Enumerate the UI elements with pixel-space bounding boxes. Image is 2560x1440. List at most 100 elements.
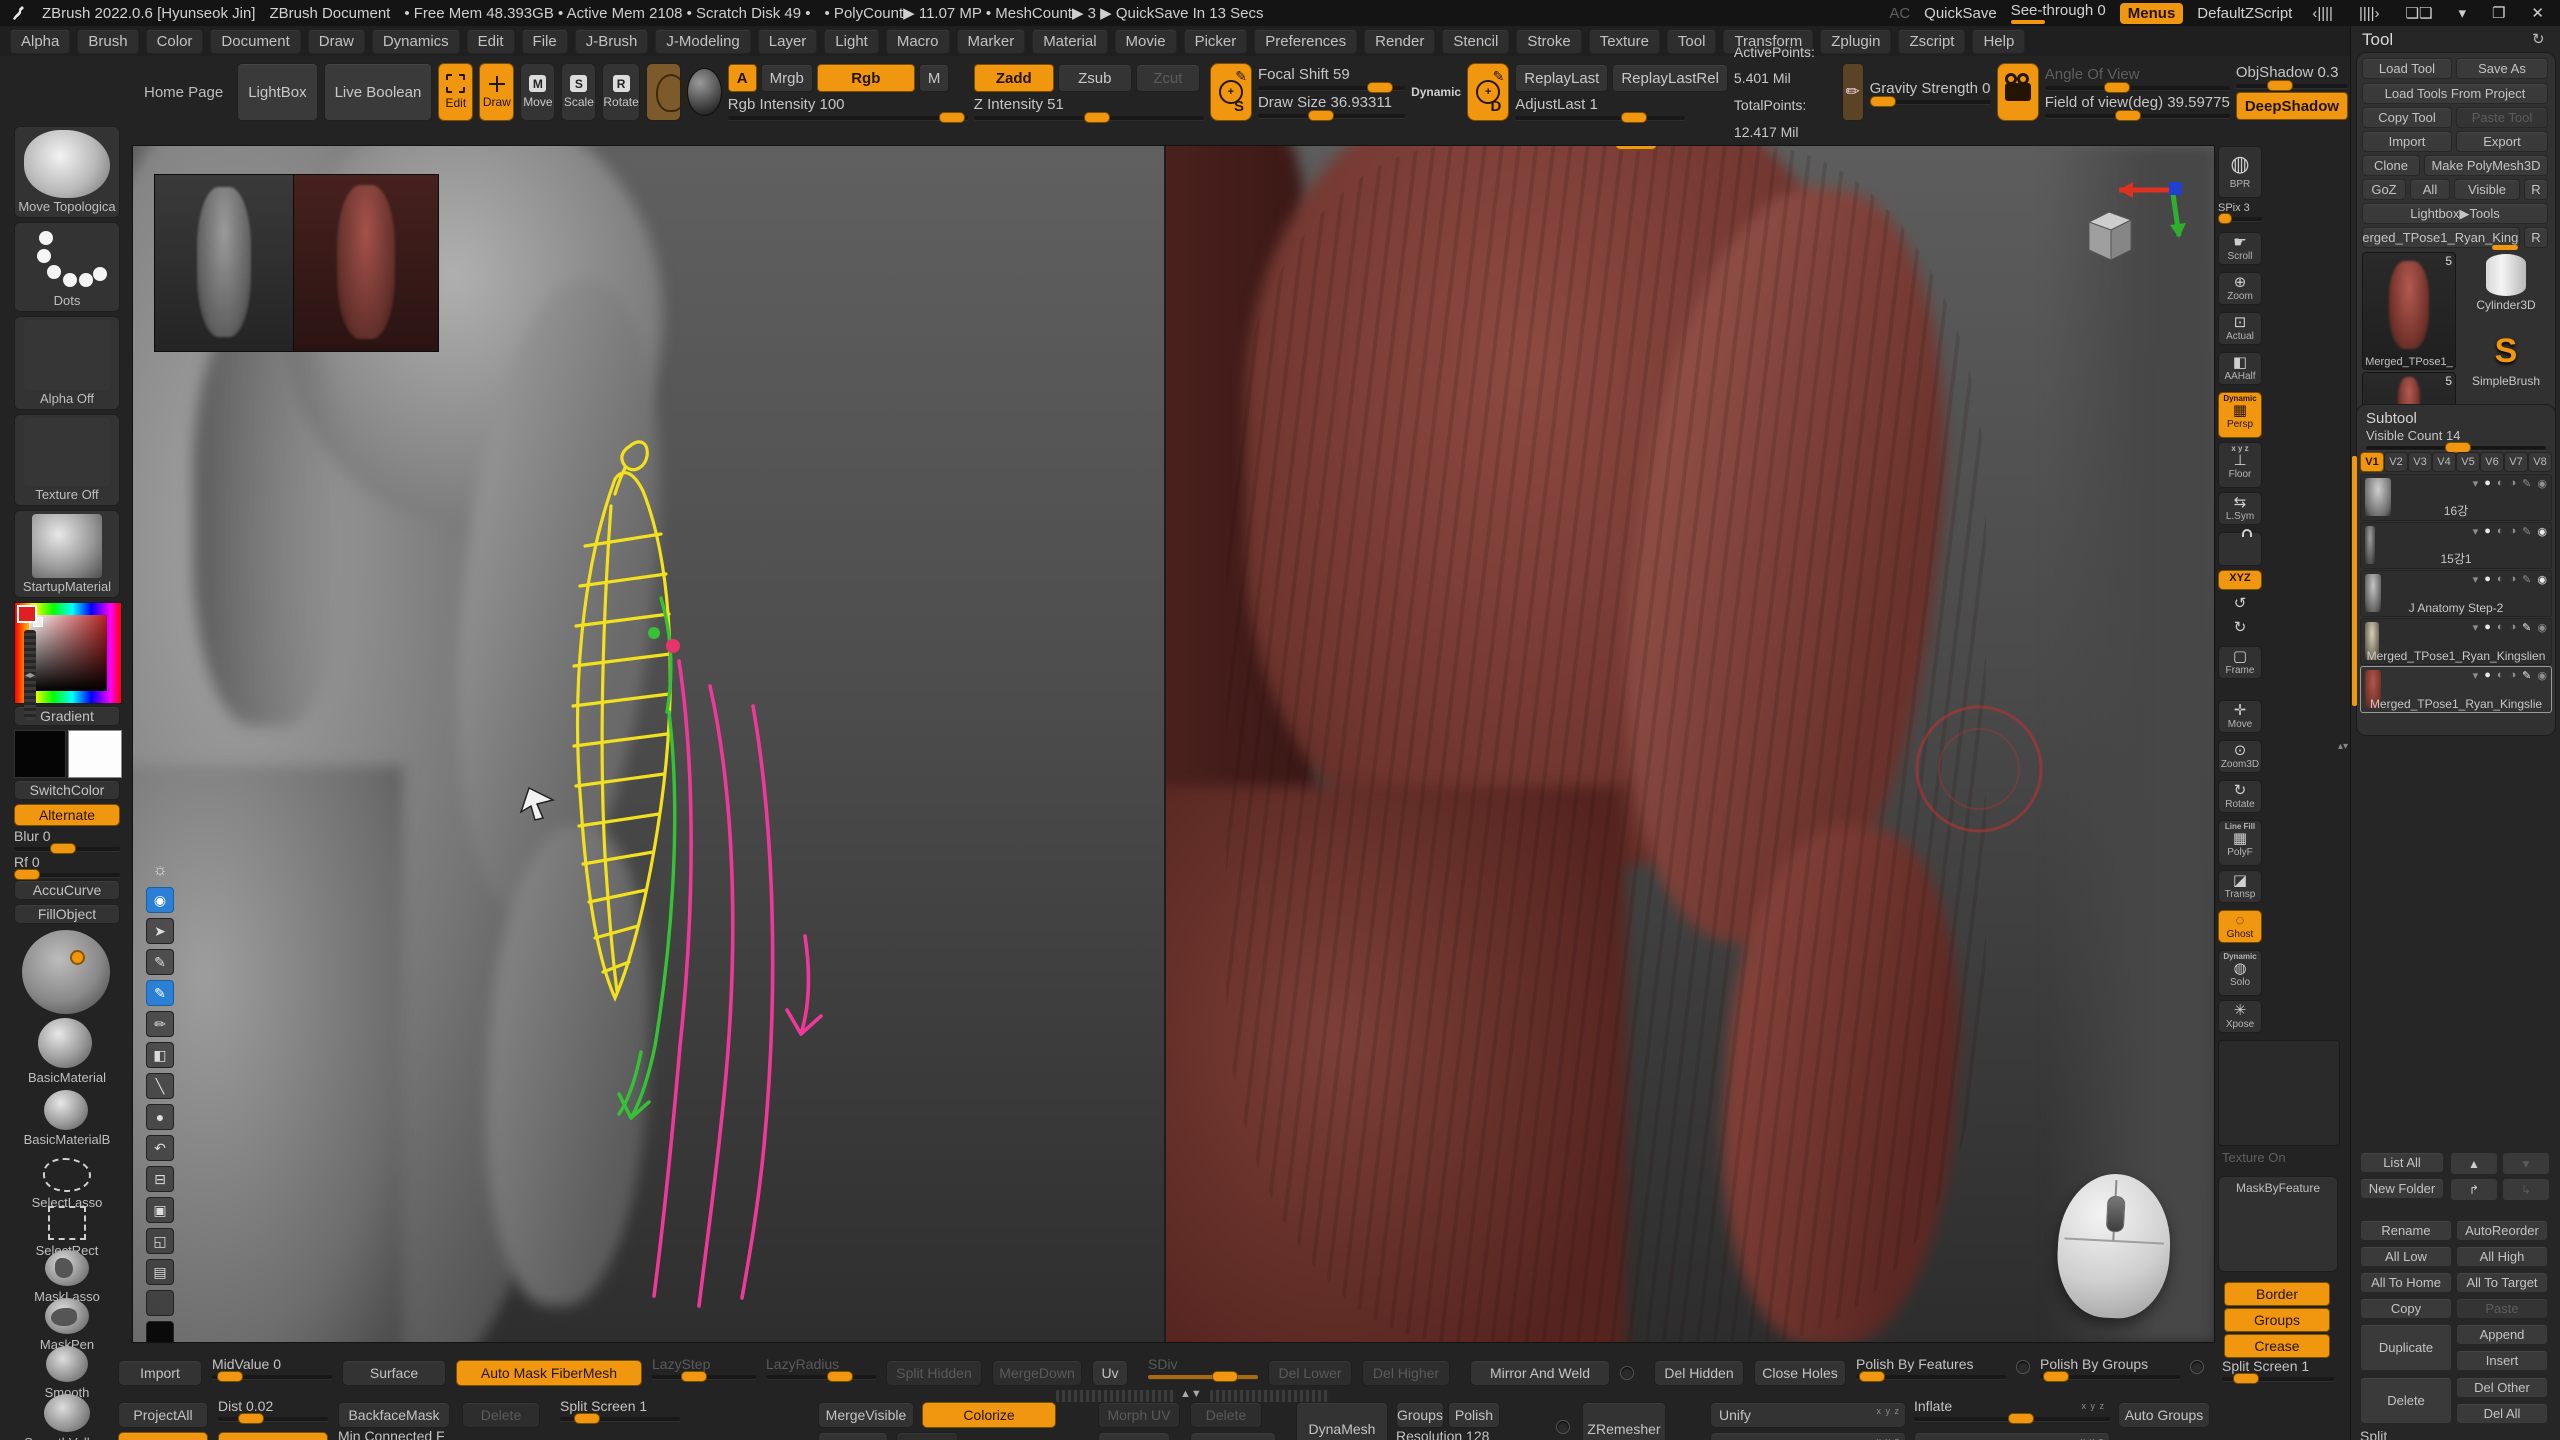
auto-mask-fibermesh-button[interactable]: Auto Mask FiberMesh	[456, 1360, 642, 1386]
xpose-button[interactable]: ✳Xpose	[2218, 1000, 2262, 1033]
menu-item-2[interactable]: Color	[146, 29, 204, 54]
actual-button[interactable]: ⊡Actual	[2218, 312, 2262, 345]
xyz-toggle[interactable]: x y z	[2081, 1401, 2105, 1411]
mirror-and-weld-button[interactable]: Mirror And Weld	[1470, 1360, 1610, 1386]
menu-item-14[interactable]: Material	[1032, 29, 1107, 54]
menu-item-4[interactable]: Draw	[308, 29, 365, 54]
groups-button[interactable]: Groups	[2224, 1308, 2330, 1332]
texture-on-label[interactable]: Texture On	[2222, 1150, 2286, 1165]
menu-item-22[interactable]: Tool	[1667, 29, 1717, 54]
eraser-icon[interactable]: ◧	[146, 1042, 174, 1068]
menu-item-7[interactable]: File	[522, 29, 568, 54]
active-tool-r-button[interactable]: R	[2524, 227, 2548, 248]
duplicate-button[interactable]: Duplicate	[2360, 1324, 2452, 1371]
clone-button[interactable]: Clone	[2362, 155, 2420, 176]
polish-by-features-slider[interactable]: Polish By Features	[1856, 1356, 2006, 1379]
menu-item-10[interactable]: Layer	[758, 29, 818, 54]
uv-button[interactable]: Uv	[1092, 1360, 1128, 1386]
resolution-slider[interactable]: Resolution 128	[1396, 1428, 1546, 1440]
load-tool-button[interactable]: Load Tool	[2362, 58, 2452, 79]
paste-subtool-button[interactable]: Paste	[2456, 1298, 2548, 1319]
color-button[interactable]: Color	[218, 1432, 328, 1440]
draw-size-slider[interactable]: Draw Size 36.93311	[1258, 94, 1405, 118]
goz-visible-button[interactable]: Visible	[2454, 179, 2520, 200]
screenshot-icon[interactable]: ◱	[146, 1228, 174, 1254]
shelf-divider-left[interactable]	[1056, 1390, 1176, 1402]
strip-split-screen-slider[interactable]: Split Screen 1	[2222, 1358, 2334, 1381]
tool-thumb-active[interactable]: 5 Merged_TPose1_	[2362, 252, 2456, 370]
subtool-tab-v4[interactable]: V4	[2432, 452, 2456, 472]
accucurve-button[interactable]: AccuCurve	[14, 880, 120, 900]
persp-button[interactable]: Dynamic▦Persp	[2218, 392, 2262, 438]
colorize-button[interactable]: Colorize	[922, 1402, 1056, 1428]
del-all-button[interactable]: Del All	[2456, 1403, 2548, 1424]
tool-thumb-cylinder[interactable]: Cylinder3D	[2462, 254, 2550, 324]
morph-uv-button[interactable]: Morph UV	[1098, 1402, 1180, 1428]
visibility-eye-icon[interactable]: ◉	[2537, 573, 2547, 586]
subtool-tab-v5[interactable]: V5	[2456, 452, 2480, 472]
delete-morph-button[interactable]: Delete	[1190, 1402, 1262, 1428]
append-button[interactable]: Append	[2456, 1324, 2548, 1345]
paste-tool-button[interactable]: Paste Tool	[2456, 107, 2548, 128]
main-color-swatch[interactable]	[14, 730, 66, 778]
menu-item-17[interactable]: Preferences	[1254, 29, 1357, 54]
zoom3d-button[interactable]: ⊙Zoom3D	[2218, 740, 2262, 773]
texture-preview-box[interactable]	[2218, 1040, 2340, 1146]
visibility-eye-icon[interactable]: ◉	[2537, 477, 2547, 490]
projectall-button[interactable]: ProjectAll	[118, 1402, 208, 1428]
make-polymesh3d-button[interactable]: Make PolyMesh3D	[2424, 155, 2548, 176]
z-intensity-slider[interactable]: Z Intensity 51	[974, 96, 1204, 120]
auto-reorder-button[interactable]: AutoReorder	[2456, 1220, 2548, 1241]
comment-icon[interactable]: ▣	[146, 1197, 174, 1223]
xyz-toggle[interactable]: x y z	[2080, 1436, 2104, 1440]
dynamesh-groups-button[interactable]: Groups	[1396, 1402, 1444, 1428]
spin-left-icon[interactable]: ↺	[2218, 594, 2262, 618]
rgb-button[interactable]: Rgb	[817, 64, 915, 92]
local-pivot-button[interactable]	[2218, 532, 2262, 566]
gravity-strength-slider[interactable]: Gravity Strength 0	[1870, 80, 1991, 104]
delete-subtool-button[interactable]: Delete	[2360, 1377, 2452, 1424]
subtool-tab-v6[interactable]: V6	[2480, 452, 2504, 472]
shelf-divider-arrows[interactable]: ▲▼	[1180, 1388, 1202, 1400]
m-button[interactable]: M	[919, 64, 950, 92]
ghost-button[interactable]: ◌Ghost	[2218, 910, 2262, 943]
secondary-color-swatch[interactable]	[68, 730, 122, 778]
stroke-brush-icon[interactable]: +S✎	[1210, 63, 1252, 121]
menu-item-21[interactable]: Texture	[1589, 29, 1660, 54]
divider-grip-right-icon[interactable]: ||||›	[2353, 5, 2386, 22]
bulb-icon[interactable]: ☼	[147, 858, 173, 882]
menu-item-26[interactable]: Help	[1972, 29, 2025, 54]
geometry-button[interactable]: Geometry	[118, 1432, 208, 1440]
draw-button[interactable]: Draw	[479, 63, 514, 121]
dot-tool-icon[interactable]: ●	[146, 1104, 174, 1130]
obj-shadow-slider[interactable]: ObjShadow 0.3	[2236, 64, 2348, 88]
cursor-tool-icon[interactable]: ➤	[146, 918, 174, 944]
zoom-button[interactable]: ⊕Zoom	[2218, 272, 2262, 305]
current-brush-button[interactable]: Move Topologica	[14, 126, 120, 218]
lightbox-button[interactable]: LightBox	[237, 63, 317, 121]
export-tool-button[interactable]: Export	[2456, 131, 2548, 152]
undo-icon[interactable]: ↶	[146, 1135, 174, 1161]
eye-icon[interactable]: ◉	[146, 887, 174, 913]
color-palette-icon[interactable]	[146, 1290, 174, 1316]
rgb-intensity-slider[interactable]: Rgb Intensity 100	[728, 96, 968, 120]
menu-item-19[interactable]: Stencil	[1442, 29, 1509, 54]
dynamesh-polish-button[interactable]: Polish	[1448, 1402, 1500, 1428]
fold-down-button[interactable]: ↳	[2502, 1178, 2550, 1201]
auto-groups-button[interactable]: Auto Groups	[2118, 1402, 2210, 1428]
minimize-button[interactable]: ▾	[2452, 4, 2472, 22]
menu-item-18[interactable]: Render	[1364, 29, 1435, 54]
aahalf-button[interactable]: ◧AAHalf	[2218, 352, 2262, 385]
smooth-valleys-brush[interactable]: SmoothValleys	[14, 1392, 120, 1440]
menu-item-12[interactable]: Macro	[886, 29, 950, 54]
polish-groups-toggle[interactable]	[2190, 1360, 2204, 1374]
del-lower-button[interactable]: Del Lower	[1268, 1360, 1352, 1386]
basic-material-b-ball[interactable]	[44, 1090, 88, 1130]
del-other-button[interactable]: Del Other	[2456, 1377, 2548, 1398]
default-zscript-button[interactable]: DefaultZScript	[2197, 5, 2292, 22]
menu-item-3[interactable]: Document	[210, 29, 300, 54]
clipboard-icon[interactable]: ▤	[146, 1259, 174, 1285]
lightbox-tools-button[interactable]: Lightbox▶Tools	[2362, 203, 2548, 224]
zremesher-button[interactable]: ZRemesher	[1582, 1402, 1666, 1440]
subtool-scrollbar[interactable]	[2352, 456, 2357, 706]
